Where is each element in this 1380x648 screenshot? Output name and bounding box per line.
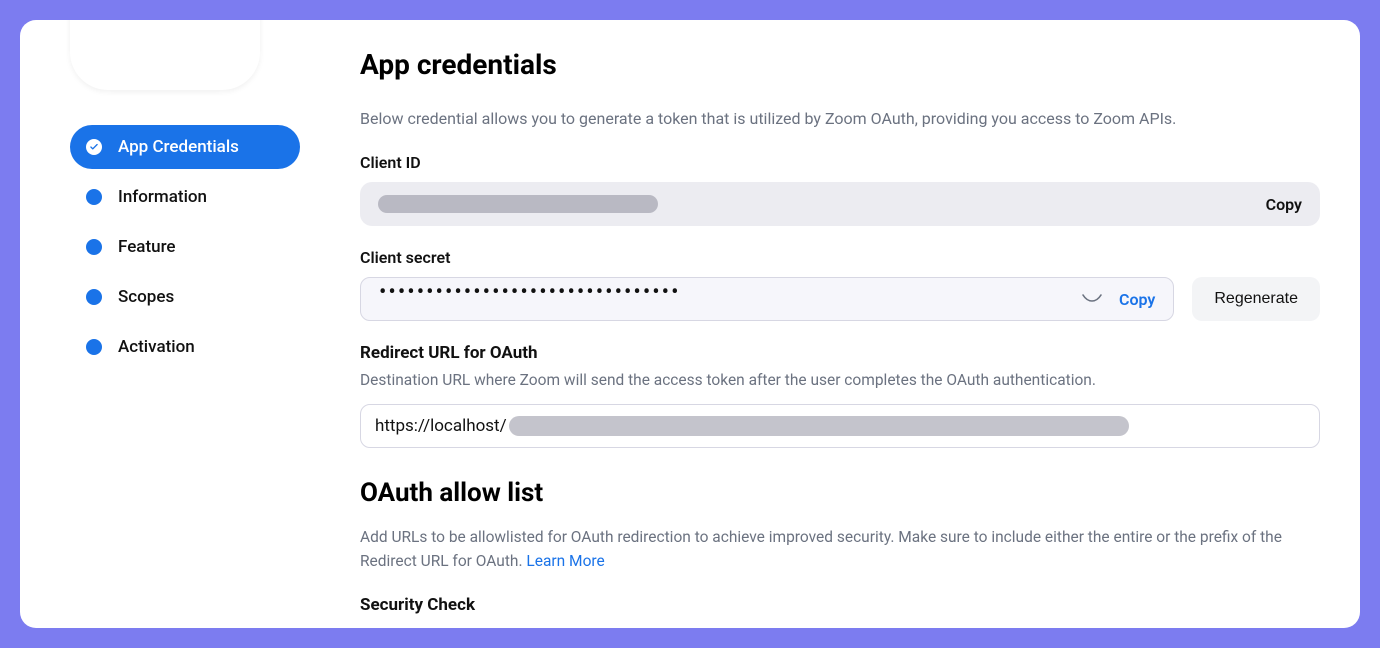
logo-placeholder bbox=[70, 20, 260, 90]
check-circle-icon bbox=[86, 139, 102, 155]
redirect-url-heading: Redirect URL for OAuth bbox=[360, 343, 1320, 363]
sidebar-item-label: Activation bbox=[118, 337, 195, 357]
sidebar-item-label: Information bbox=[118, 187, 207, 207]
sidebar-item-app-credentials[interactable]: App Credentials bbox=[70, 125, 300, 169]
client-id-redacted bbox=[378, 195, 658, 213]
sidebar-item-label: Feature bbox=[118, 237, 176, 257]
app-card: App Credentials Information Feature Scop… bbox=[20, 20, 1360, 628]
client-id-field[interactable]: Copy bbox=[360, 182, 1320, 226]
redirect-url-redacted bbox=[509, 416, 1129, 436]
sidebar-item-activation[interactable]: Activation bbox=[70, 325, 300, 369]
sidebar-nav: App Credentials Information Feature Scop… bbox=[70, 125, 300, 369]
client-secret-value: •••••••••••••••••••••••••••••••• bbox=[379, 282, 681, 304]
page-title: App credentials bbox=[360, 48, 1320, 81]
client-secret-field[interactable]: •••••••••••••••••••••••••••••••• Copy bbox=[360, 277, 1174, 321]
circle-dot-icon bbox=[86, 339, 102, 355]
regenerate-button[interactable]: Regenerate bbox=[1192, 277, 1320, 321]
redirect-url-input[interactable]: https://localhost/ bbox=[360, 404, 1320, 448]
client-secret-copy-button[interactable]: Copy bbox=[1119, 290, 1155, 309]
eye-closed-icon[interactable] bbox=[1081, 290, 1103, 309]
client-id-copy-button[interactable]: Copy bbox=[1266, 195, 1302, 214]
circle-dot-icon bbox=[86, 239, 102, 255]
redirect-url-description: Destination URL where Zoom will send the… bbox=[360, 369, 1320, 392]
circle-dot-icon bbox=[86, 289, 102, 305]
oauth-allow-list-title: OAuth allow list bbox=[360, 478, 1320, 508]
sidebar-item-label: Scopes bbox=[118, 287, 174, 307]
circle-dot-icon bbox=[86, 189, 102, 205]
page-description: Below credential allows you to generate … bbox=[360, 107, 1320, 131]
client-id-label: Client ID bbox=[360, 153, 1320, 172]
oauth-allow-list-description: Add URLs to be allowlisted for OAuth red… bbox=[360, 526, 1320, 573]
redirect-url-value: https://localhost/ bbox=[375, 416, 507, 436]
sidebar-item-feature[interactable]: Feature bbox=[70, 225, 300, 269]
security-check-heading: Security Check bbox=[360, 595, 1320, 615]
sidebar-item-label: App Credentials bbox=[118, 137, 239, 157]
sidebar: App Credentials Information Feature Scop… bbox=[20, 20, 350, 628]
sidebar-item-information[interactable]: Information bbox=[70, 175, 300, 219]
learn-more-link[interactable]: Learn More bbox=[526, 552, 604, 570]
logo-area bbox=[70, 20, 300, 105]
main-content: App credentials Below credential allows … bbox=[350, 20, 1360, 628]
client-secret-label: Client secret bbox=[360, 248, 1320, 267]
sidebar-item-scopes[interactable]: Scopes bbox=[70, 275, 300, 319]
